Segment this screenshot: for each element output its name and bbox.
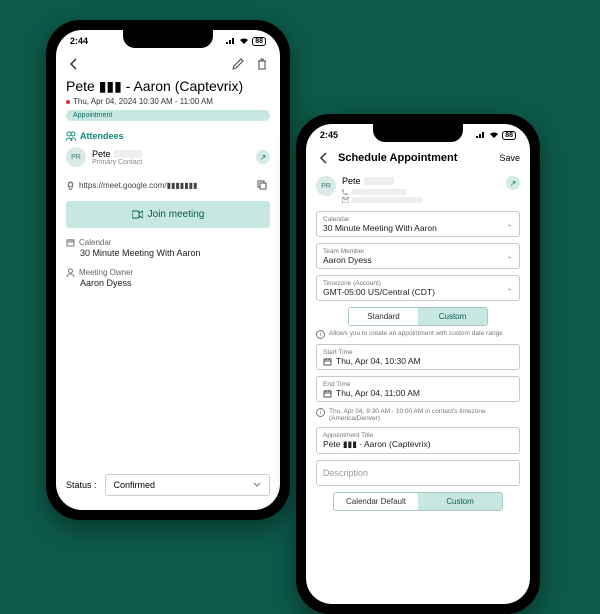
appointment-title: Pete ▮▮▮ - Aaron (Captevrix) <box>66 78 270 95</box>
meeting-link-row: https://meet.google.com/▮▮▮▮▮▮▮ <box>66 177 270 193</box>
edit-button[interactable] <box>230 56 246 72</box>
calendar-row: Calendar 30 Minute Meeting With Aaron <box>66 238 270 258</box>
video-icon <box>132 210 143 219</box>
mail-icon <box>342 197 349 203</box>
range-toggle: Standard Custom <box>348 307 488 326</box>
phone-icon <box>342 188 349 195</box>
people-icon <box>66 131 76 141</box>
wifi-icon <box>239 37 249 45</box>
screen-right: 2:45 88 Schedule Appointment Save PR Pet… <box>306 124 530 604</box>
timezone-field[interactable]: Timezone (Account) GMT-05:00 US/Central … <box>316 275 520 301</box>
save-button[interactable]: Save <box>499 153 520 163</box>
notch <box>123 30 213 48</box>
description-field[interactable]: Description <box>316 460 520 486</box>
phone-right: 2:45 88 Schedule Appointment Save PR Pet… <box>296 114 540 614</box>
custom-toggle[interactable]: Custom <box>418 308 487 325</box>
wifi-icon <box>489 131 499 139</box>
back-button[interactable] <box>316 150 332 166</box>
open-contact-icon[interactable]: ↗ <box>506 176 520 190</box>
battery-icon: 88 <box>502 131 516 140</box>
attendee-role: Primary Contact <box>92 159 142 166</box>
custom-toggle-2[interactable]: Custom <box>418 493 502 510</box>
chevron-down-icon <box>253 481 261 489</box>
status-row: Status : Confirmed <box>66 465 270 504</box>
info-icon: i <box>316 408 325 417</box>
calendar-icon <box>66 238 75 247</box>
delete-button[interactable] <box>254 56 270 72</box>
chevron-down-icon: ⌄ <box>506 252 513 261</box>
appointment-title-field[interactable]: Appointment Title Pete ▮▮▮ - Aaron (Capt… <box>316 427 520 454</box>
contact-card: PR Pete ↗ <box>316 176 520 203</box>
start-time-field[interactable]: Start Time Thu, Apr 04, 10:30 AM <box>316 344 520 370</box>
calendar-default-toggle[interactable]: Calendar Default <box>334 493 418 510</box>
default-toggle: Calendar Default Custom <box>333 492 503 511</box>
calendar-icon <box>323 389 332 398</box>
screen-left: 2:44 88 Pete ▮▮▮ - Aaron (Captevrix) <box>56 30 280 510</box>
status-select[interactable]: Confirmed <box>105 474 270 496</box>
avatar: PR <box>316 176 336 196</box>
contact-name: Pete <box>342 176 500 186</box>
calendar-icon <box>323 357 332 366</box>
back-button[interactable] <box>66 56 82 72</box>
standard-toggle[interactable]: Standard <box>349 308 418 325</box>
calendar-value: 30 Minute Meeting With Aaron <box>80 248 270 258</box>
battery-icon: 88 <box>252 37 266 46</box>
appointment-badge: Appointment <box>66 110 270 121</box>
owner-row: Meeting Owner Aaron Dyess <box>66 268 270 288</box>
content[interactable]: PR Pete ↗ <box>306 170 530 604</box>
join-meeting-button[interactable]: Join meeting <box>66 201 270 228</box>
copy-link-button[interactable] <box>254 177 270 193</box>
notch <box>373 124 463 142</box>
location-icon <box>66 181 75 190</box>
chevron-down-icon: ⌄ <box>506 220 513 229</box>
status-dot-icon <box>66 100 70 104</box>
page-title: Schedule Appointment <box>338 152 457 164</box>
appointment-datetime: Thu, Apr 04, 2024 10:30 AM - 11:00 AM <box>66 97 270 106</box>
chevron-down-icon: ⌄ <box>506 284 513 293</box>
info-icon: i <box>316 330 325 339</box>
calendar-field[interactable]: Calendar 30 Minute Meeting With Aaron ⌄ <box>316 211 520 237</box>
team-member-field[interactable]: Team Member Aaron Dyess ⌄ <box>316 243 520 269</box>
owner-value: Aaron Dyess <box>80 278 270 288</box>
header <box>56 52 280 76</box>
end-time-field[interactable]: End Time Thu, Apr 04, 11:00 AM <box>316 376 520 402</box>
trash-icon <box>256 58 268 70</box>
attendee-row[interactable]: PR Pete Primary Contact ↗ <box>66 147 270 167</box>
person-icon <box>66 268 75 277</box>
status-label: Status : <box>66 480 97 490</box>
pencil-icon <box>232 58 244 70</box>
status-time: 2:45 <box>320 130 338 140</box>
timezone-hint: i Thu, Apr 04, 9:30 AM - 10:00 AM in con… <box>316 408 520 422</box>
content: Pete ▮▮▮ - Aaron (Captevrix) Thu, Apr 04… <box>56 76 280 510</box>
custom-hint: i Allows you to create an appointment wi… <box>316 330 520 339</box>
signal-icon <box>226 37 236 45</box>
meeting-url: https://meet.google.com/▮▮▮▮▮▮▮ <box>79 181 250 190</box>
phone-left: 2:44 88 Pete ▮▮▮ - Aaron (Captevrix) <box>46 20 290 520</box>
avatar: PR <box>66 147 86 167</box>
status-time: 2:44 <box>70 36 88 46</box>
signal-icon <box>476 131 486 139</box>
open-contact-icon[interactable]: ↗ <box>256 150 270 164</box>
attendees-header: Attendees <box>66 131 270 141</box>
attendee-name: Pete <box>92 149 142 159</box>
header: Schedule Appointment Save <box>306 146 530 170</box>
copy-icon <box>257 180 267 190</box>
